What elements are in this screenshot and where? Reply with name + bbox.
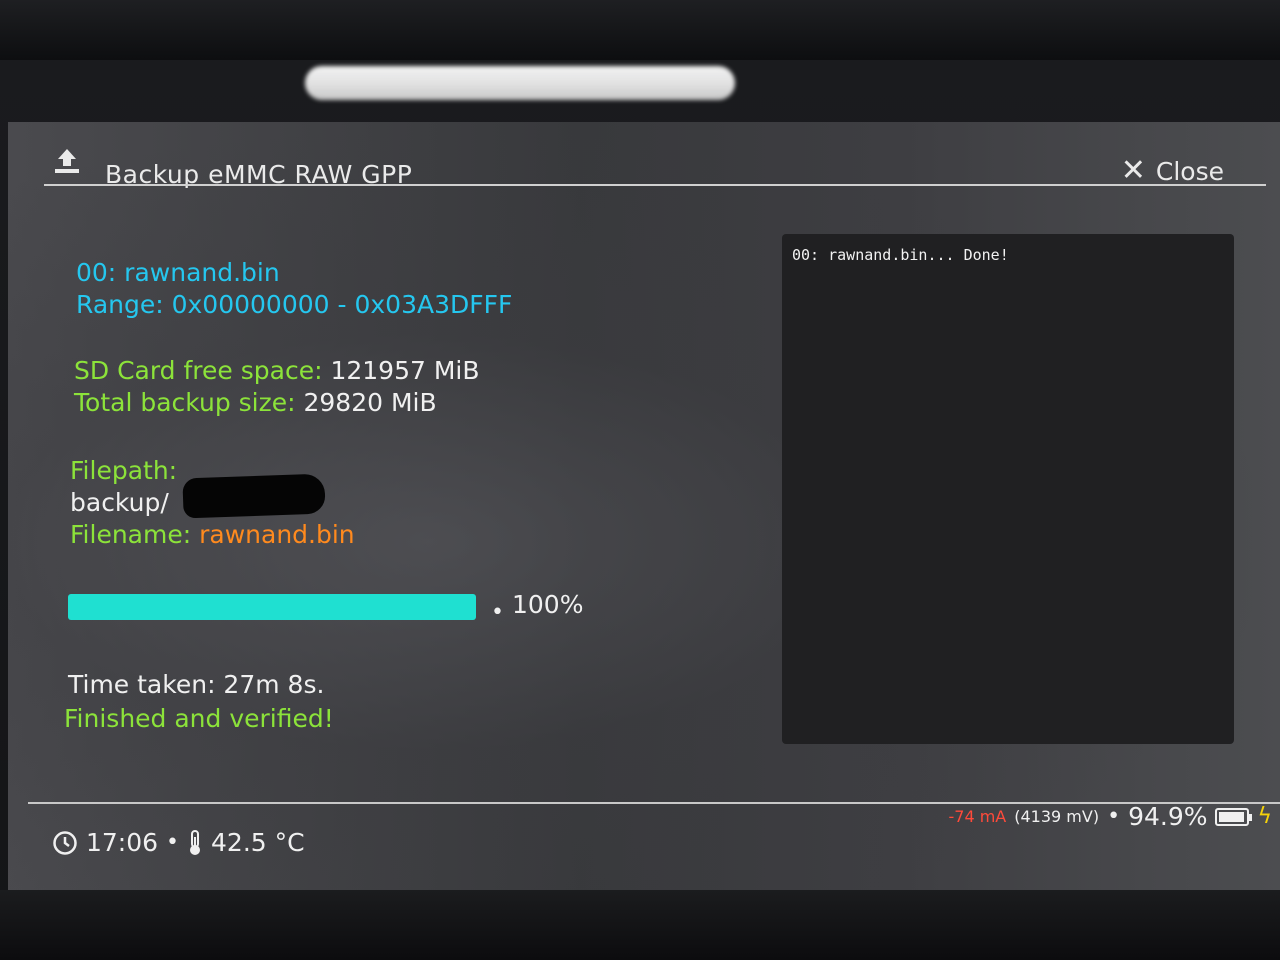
status-message: Finished and verified! [64,704,334,733]
header-divider [44,184,1266,186]
total-size-label: Total backup size: [74,388,296,417]
progress-percent: 100% [512,590,584,619]
upload-icon [55,149,79,173]
device-bezel-bottom [0,890,1280,960]
progress-bar [68,594,476,620]
footer-status-right: -74 mA (4139 mV) • 94.9% ϟ [949,802,1273,831]
battery-icon [1215,807,1253,826]
device-bezel [0,0,1280,60]
filepath-label: Filepath: [70,456,178,485]
sd-free-label: SD Card free space: [74,356,323,385]
time-taken: Time taken: 27m 8s. [68,670,325,699]
screen: Backup eMMC RAW GPP ✕ Close 00: rawnand.… [8,122,1280,902]
footer-status-left: 17:06 • 42.5 °C [52,828,305,857]
close-label: Close [1155,156,1224,186]
total-size-value: 29820 MiB [303,388,437,417]
sd-free-space: SD Card free space: 121957 MiB [74,356,480,385]
device-frame: Backup eMMC RAW GPP ✕ Close 00: rawnand.… [0,0,1280,960]
footer-separator: • [1107,804,1121,829]
progress-fill [68,594,476,620]
battery-current: -74 mA [948,807,1007,826]
filename-label: Filename: [70,520,192,549]
total-backup-size: Total backup size: 29820 MiB [74,388,437,417]
battery-voltage: (4139 mV) [1014,807,1100,826]
log-panel: 00: rawnand.bin... Done! [782,234,1234,744]
temperature: 42.5 °C [211,828,305,857]
battery-fill [1219,811,1244,822]
footer-separator: • [166,830,180,855]
filename-value: rawnand.bin [199,520,355,549]
filename: Filename: rawnand.bin [70,520,355,549]
range-line: Range: 0x00000000 - 0x03A3DFFF [76,290,513,319]
battery-percent: 94.9% [1128,802,1208,831]
sd-free-value: 121957 MiB [330,356,480,385]
close-button[interactable]: ✕ Close [1121,154,1224,188]
clock-time: 17:06 [86,828,159,857]
partition-line: 00: rawnand.bin [76,258,280,287]
clock-icon [53,830,77,855]
redaction-mark [182,473,326,519]
log-line: 00: rawnand.bin... Done! [792,246,1009,264]
lightning-bolt-icon: ϟ [1257,804,1272,829]
progress-separator: • [491,600,504,625]
filepath-value: backup/ [70,488,169,517]
header: Backup eMMC RAW GPP ✕ Close [48,140,1268,189]
close-icon: ✕ [1120,153,1146,188]
light-glare [305,66,735,100]
thermometer-icon [190,829,201,855]
